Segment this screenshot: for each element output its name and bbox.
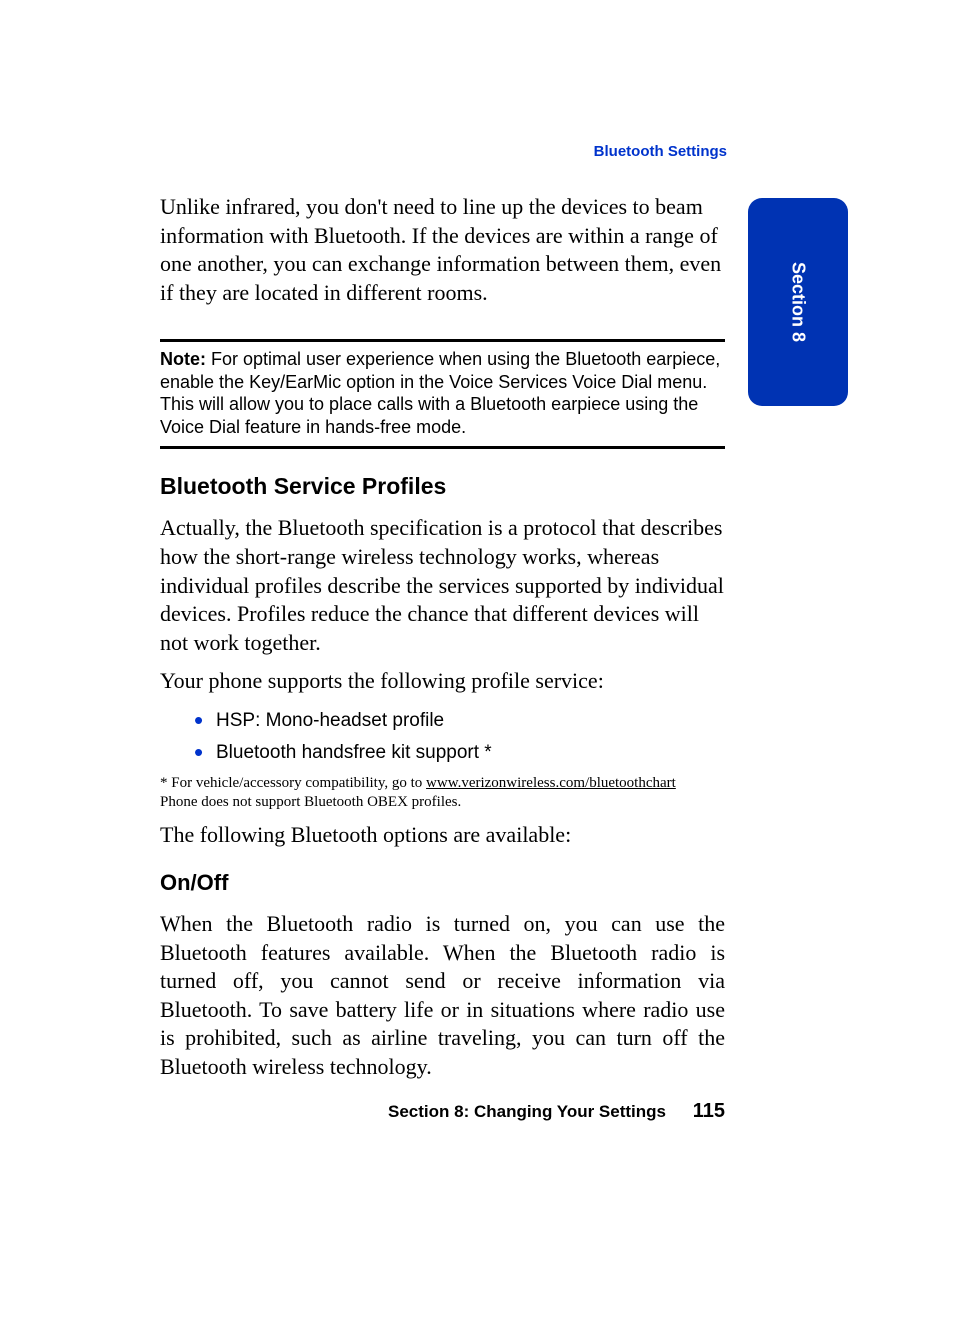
list-item: HSP: Mono-headset profile [194,710,725,732]
section-tab: Section 8 [748,198,848,406]
profiles-paragraph-2: Your phone supports the following profil… [160,667,725,696]
profile-list: HSP: Mono-headset profile Bluetooth hand… [194,710,725,764]
footnote-line2: Phone does not support Bluetooth OBEX pr… [160,794,461,810]
heading-onoff: On/Off [160,870,725,896]
intro-paragraph: Unlike infrared, you don't need to line … [160,193,725,307]
profiles-paragraph-1: Actually, the Bluetooth specification is… [160,514,725,657]
footnote-link[interactable]: www.verizonwireless.com/bluetoothchart [426,775,676,791]
footer-page-number: 115 [693,1100,725,1123]
note-label: Note: [160,349,206,369]
onoff-paragraph: When the Bluetooth radio is turned on, y… [160,910,725,1082]
footnote-prefix: * For vehicle/accessory compatibility, g… [160,775,426,791]
section-tab-label: Section 8 [788,262,809,342]
options-intro: The following Bluetooth options are avai… [160,821,725,850]
page-content: Bluetooth Settings Unlike infrared, you … [160,145,725,1082]
footnote: * For vehicle/accessory compatibility, g… [160,774,725,812]
note-box: Note: For optimal user experience when u… [160,339,725,449]
header-section-link[interactable]: Bluetooth Settings [594,143,727,160]
footer-section: Section 8: Changing Your Settings [388,1102,666,1121]
heading-profiles: Bluetooth Service Profiles [160,473,725,500]
page-footer: Section 8: Changing Your Settings 115 [160,1100,725,1123]
note-text: For optimal user experience when using t… [160,349,720,437]
list-item: Bluetooth handsfree kit support * [194,742,725,764]
